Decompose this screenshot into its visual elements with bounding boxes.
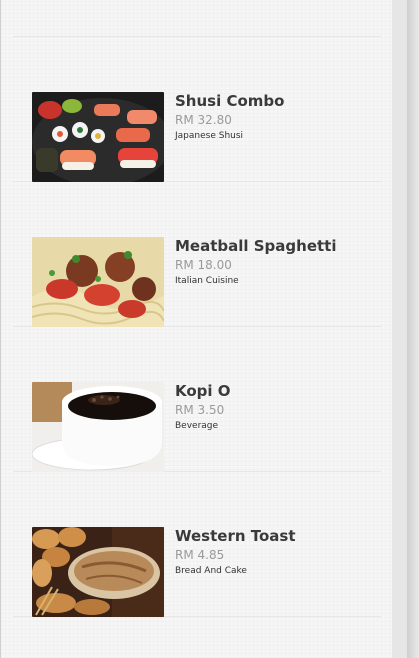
- spaghetti-photo: [32, 237, 164, 327]
- menu-item-lasagna[interactable]: [13, 0, 381, 37]
- item-price: RM 4.85: [175, 548, 225, 562]
- item-category: Italian Cuisine: [175, 276, 239, 286]
- coffee-photo: [32, 382, 164, 472]
- menu-screen: Shusi Combo RM 32.80 Japanese Shusi Meat…: [0, 0, 393, 658]
- item-category: Bread And Cake: [175, 566, 247, 576]
- menu-item-meatball-spaghetti[interactable]: Meatball Spaghetti RM 18.00 Italian Cuis…: [13, 182, 381, 327]
- menu-item-shusi-combo[interactable]: Shusi Combo RM 32.80 Japanese Shusi: [13, 37, 381, 182]
- item-name: Meatball Spaghetti: [175, 237, 337, 255]
- item-name: Western Toast: [175, 527, 296, 545]
- bread-photo: [32, 527, 164, 617]
- menu-item-western-toast[interactable]: Western Toast RM 4.85 Bread And Cake: [13, 472, 381, 617]
- scroll-rail[interactable]: [392, 0, 407, 658]
- window-edge: [407, 0, 419, 658]
- item-price: RM 18.00: [175, 258, 232, 272]
- item-name: Shusi Combo: [175, 92, 285, 110]
- item-price: RM 32.80: [175, 113, 232, 127]
- item-price: RM 3.50: [175, 403, 225, 417]
- item-name: Kopi O: [175, 382, 231, 400]
- menu-item-kopi-o[interactable]: Kopi O RM 3.50 Beverage: [13, 327, 381, 472]
- item-category: Japanese Shusi: [175, 131, 244, 141]
- item-category: Beverage: [175, 421, 219, 431]
- sushi-photo: [32, 92, 164, 182]
- menu-list[interactable]: Shusi Combo RM 32.80 Japanese Shusi Meat…: [1, 0, 393, 617]
